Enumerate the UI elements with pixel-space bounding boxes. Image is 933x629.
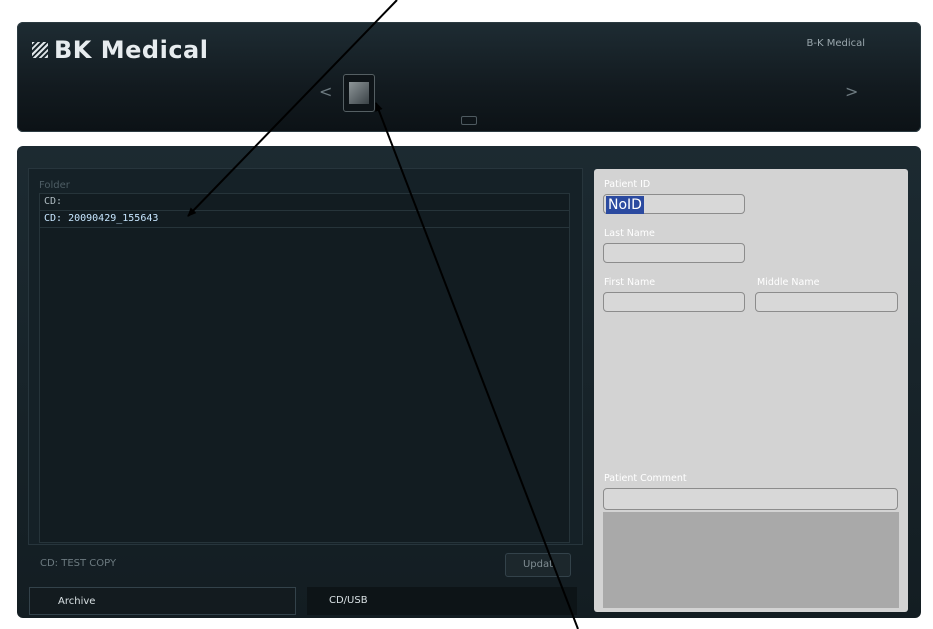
annotation-arrows <box>187 0 579 629</box>
annotation-arrow-folder <box>187 0 398 217</box>
annotation-arrow-thumbnail <box>375 102 579 629</box>
